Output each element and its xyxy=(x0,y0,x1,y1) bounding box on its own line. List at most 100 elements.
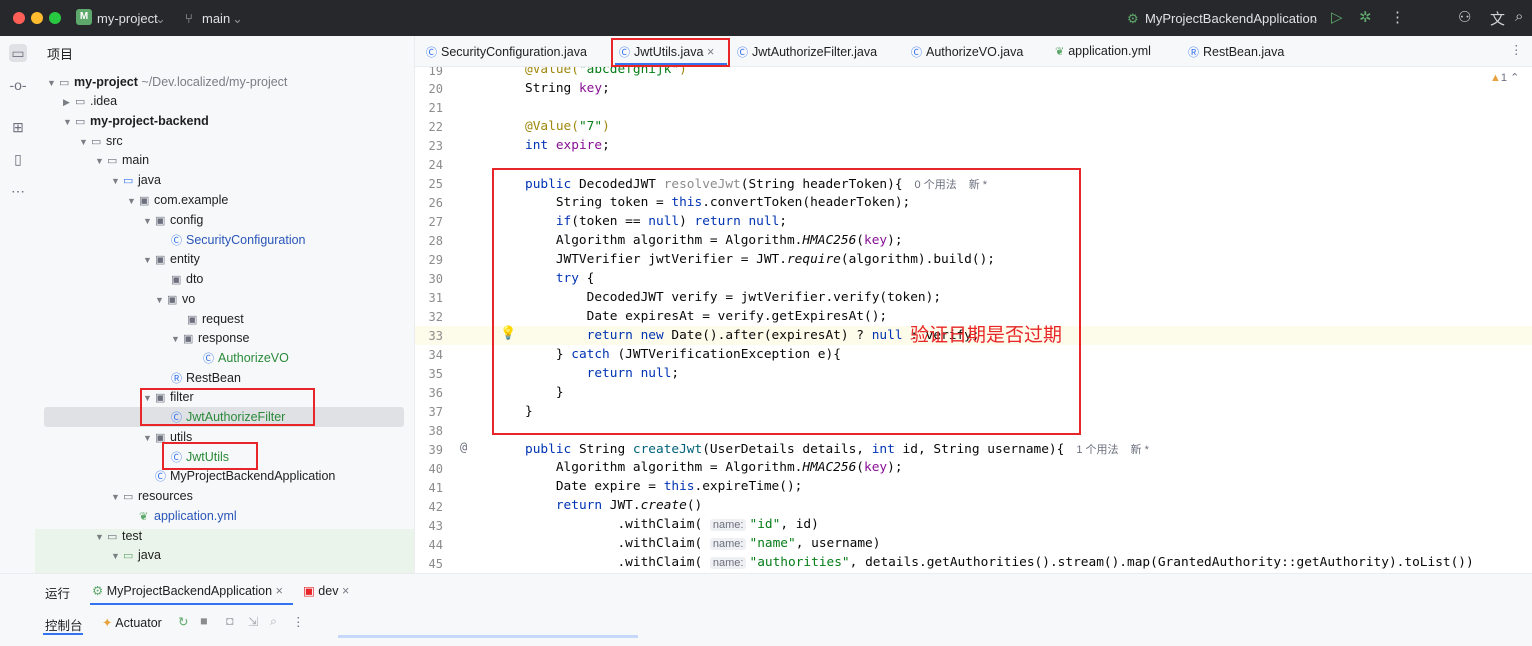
tree-item-response[interactable]: ▼ ▣ response xyxy=(171,329,249,348)
chevron-down-icon[interactable]: ▼ xyxy=(143,429,155,448)
tab-rest-bean[interactable]: Ⓡ RestBean.java xyxy=(1188,44,1284,60)
line-number: 35 xyxy=(428,367,443,381)
chevron-down-icon[interactable]: ▼ xyxy=(111,172,123,191)
tree-item-java[interactable]: ▼ ▭ java xyxy=(111,171,161,190)
annotation-text: 验证日期是否过期 xyxy=(910,324,1063,346)
usages-hint[interactable]: 1 个用法 xyxy=(1076,444,1118,456)
chevron-down-icon[interactable]: ▼ xyxy=(143,212,155,231)
resources-folder-icon: ▭ xyxy=(123,491,134,503)
commit-icon[interactable]: -o- xyxy=(9,76,27,94)
tree-item-rest-bean[interactable]: Ⓡ RestBean xyxy=(171,369,241,388)
line-number: 39 xyxy=(428,443,443,457)
warning-indicator[interactable]: ▲1 ⌃ xyxy=(1490,71,1519,84)
chevron-down-icon[interactable]: ▼ xyxy=(127,192,139,211)
tab-run-application[interactable]: ⚙ MyProjectBackendApplication × xyxy=(92,583,283,598)
chevron-down-icon[interactable]: ⌄ xyxy=(155,11,166,27)
chevron-up-icon[interactable]: ⌃ xyxy=(1510,72,1519,84)
tree-item-test[interactable]: ▼ ▭ test xyxy=(95,527,142,546)
bookmarks-icon[interactable]: ▯ xyxy=(9,150,27,168)
chevron-down-icon[interactable]: ▼ xyxy=(63,113,75,132)
search-icon[interactable]: ⌕ xyxy=(270,614,277,629)
tab-application-yml[interactable]: ❦ application.yml xyxy=(1055,44,1151,58)
line-number: 33 xyxy=(428,329,443,343)
restore-layout-icon[interactable]: ⇲ xyxy=(248,614,258,629)
close-icon[interactable]: × xyxy=(276,584,283,598)
folder-icon: ▭ xyxy=(107,155,118,167)
tree-item-test-java[interactable]: ▼ ▭ java xyxy=(111,546,161,565)
tree-item-entity[interactable]: ▼ ▣ entity xyxy=(143,250,200,269)
tree-item-vo[interactable]: ▼ ▣ vo xyxy=(155,290,195,309)
close-icon[interactable]: × xyxy=(342,584,349,598)
chevron-down-icon[interactable]: ▼ xyxy=(155,291,167,310)
chevron-down-icon[interactable]: ▼ xyxy=(111,547,123,566)
project-name[interactable]: my-project xyxy=(97,11,158,26)
branch-name[interactable]: main xyxy=(202,11,230,26)
debug-icon[interactable]: ✲ xyxy=(1359,8,1372,26)
code-line-22: @Value("7") xyxy=(525,119,610,134)
line-number: 31 xyxy=(428,291,443,305)
chevron-down-icon[interactable]: ▼ xyxy=(95,152,107,171)
tab-dev[interactable]: ▣ dev × xyxy=(303,583,349,598)
tree-item-request[interactable]: ▣ request xyxy=(187,310,244,329)
line-number: 28 xyxy=(428,234,443,248)
chevron-right-icon[interactable]: ▶ xyxy=(63,93,75,112)
package-icon: ▣ xyxy=(167,294,178,306)
tab-jwt-authorize-filter[interactable]: Ⓒ JwtAuthorizeFilter.java xyxy=(737,44,877,60)
tree-item-application-yml[interactable]: ❦ application.yml xyxy=(139,507,237,526)
tree-item-resources[interactable]: ▼ ▭ resources xyxy=(111,487,193,506)
tab-security-configuration[interactable]: Ⓒ SecurityConfiguration.java xyxy=(426,44,587,60)
code-line-20: String key; xyxy=(525,81,610,96)
add-user-icon[interactable]: ⚇ xyxy=(1458,8,1471,26)
more-tabs-icon[interactable]: ⋮ xyxy=(1510,42,1523,57)
run-config-name[interactable]: MyProjectBackendApplication xyxy=(1145,11,1317,26)
tree-item-authorize-vo[interactable]: Ⓒ AuthorizeVO xyxy=(203,349,289,368)
rerun-icon[interactable]: ↻ xyxy=(178,614,188,629)
run-icon[interactable]: ▷ xyxy=(1331,8,1343,26)
line-number: 42 xyxy=(428,500,443,514)
editor-tab-bar: Ⓒ SecurityConfiguration.java Ⓒ JwtUtils.ja… xyxy=(415,36,1532,67)
code-line-41: Date expire = this.expireTime(); xyxy=(525,479,803,494)
tree-item-config[interactable]: ▼ ▣ config xyxy=(143,211,203,230)
at-override-icon[interactable]: @ xyxy=(460,440,467,454)
minimize-window-button[interactable] xyxy=(31,12,43,24)
zoom-window-button[interactable] xyxy=(49,12,61,24)
structure-icon[interactable]: ⊞ xyxy=(9,118,27,136)
close-window-button[interactable] xyxy=(13,12,25,24)
more-tools-icon[interactable]: ⋯ xyxy=(9,182,27,200)
translate-icon[interactable]: 文 xyxy=(1490,8,1505,29)
project-panel-header[interactable]: 项目 xyxy=(47,44,73,63)
search-icon[interactable]: ⌕ xyxy=(1515,8,1523,25)
project-badge[interactable]: M xyxy=(76,9,92,25)
tree-item-src[interactable]: ▼ ▭ src xyxy=(79,132,123,151)
chevron-down-icon[interactable]: ▼ xyxy=(47,74,59,93)
tree-item-security-configuration[interactable]: Ⓒ SecurityConfiguration xyxy=(171,231,306,250)
tree-item-dto[interactable]: ▣ dto xyxy=(171,270,203,289)
more-icon[interactable]: ⋮ xyxy=(1390,8,1405,26)
chevron-down-icon[interactable]: ⌄ xyxy=(232,11,243,27)
highlight-box-jwt-utils xyxy=(162,442,258,470)
chevron-down-icon[interactable]: ▼ xyxy=(111,488,123,507)
chevron-down-icon[interactable]: ⌄ xyxy=(1309,11,1320,27)
camera-icon[interactable]: ◘ xyxy=(226,614,234,628)
run-label[interactable]: 运行 xyxy=(45,583,70,602)
tree-item-idea[interactable]: ▶ ▭ .idea xyxy=(63,92,117,111)
stop-icon[interactable]: ■ xyxy=(200,614,208,628)
new-hint: 新 * xyxy=(1130,444,1149,456)
tree-item-main[interactable]: ▼ ▭ main xyxy=(95,151,149,170)
chevron-down-icon[interactable]: ▼ xyxy=(171,330,183,349)
tree-item-my-project-backend[interactable]: ▼ ▭ my-project-backend xyxy=(63,112,209,131)
tree-item-com-example[interactable]: ▼ ▣ com.example xyxy=(127,191,228,210)
console-tab[interactable]: 控制台 xyxy=(45,615,83,634)
tab-authorize-vo[interactable]: Ⓒ AuthorizeVO.java xyxy=(911,44,1023,60)
line-number: 26 xyxy=(428,196,443,210)
chevron-down-icon[interactable]: ▼ xyxy=(95,528,107,547)
tree-item-my-project[interactable]: ▼ ▭ my-project ~/Dev.localized/my-project xyxy=(47,73,287,92)
folder-icon[interactable]: ▭ xyxy=(9,44,27,62)
more-icon[interactable]: ⋮ xyxy=(292,614,305,629)
highlight-box-resolve-jwt xyxy=(492,168,1081,435)
chevron-down-icon[interactable]: ▼ xyxy=(79,133,91,152)
actuator-tab[interactable]: ✦ Actuator xyxy=(102,615,162,630)
spring-class-icon: Ⓒ xyxy=(155,471,166,483)
package-icon: ▣ xyxy=(183,333,194,345)
chevron-down-icon[interactable]: ▼ xyxy=(143,251,155,270)
